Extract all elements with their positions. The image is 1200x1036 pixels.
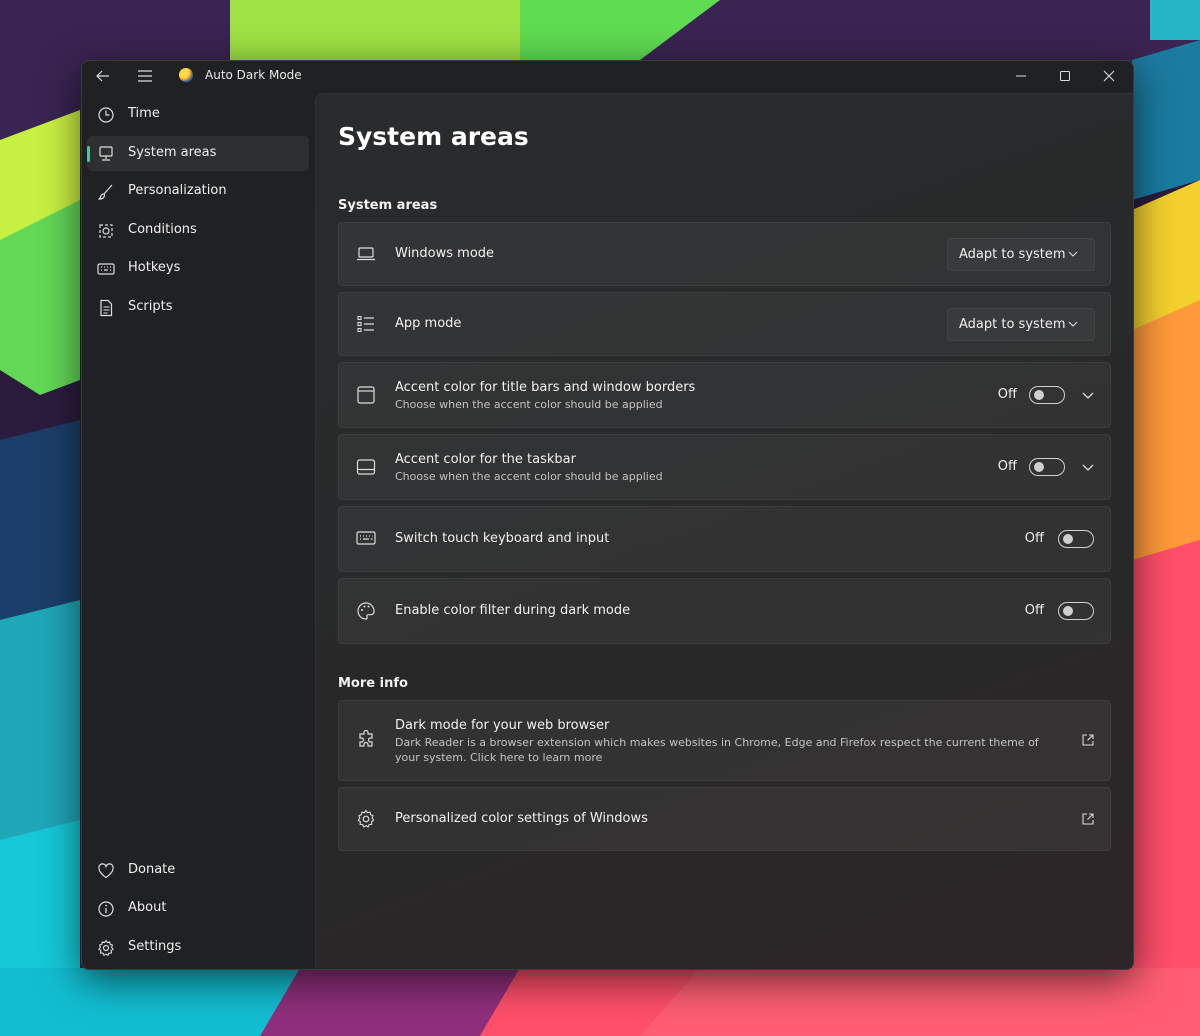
laptop-icon (357, 247, 375, 261)
sidebar-item-conditions[interactable]: Conditions (87, 213, 309, 248)
toggle-knob (1034, 390, 1044, 400)
card-title: Enable color filter during dark mode (395, 603, 631, 618)
touch-keyboard-card: Switch touch keyboard and input Off (338, 506, 1111, 572)
sidebar-item-scripts[interactable]: Scripts (87, 290, 309, 325)
color-filter-toggle[interactable] (1058, 602, 1094, 620)
sidebar-item-about[interactable]: About (87, 891, 309, 926)
sidebar: Time System areas Personalization Condit… (82, 91, 315, 969)
app-window: Auto Dark Mode Time System areas Persona… (81, 60, 1134, 970)
sidebar-item-label: Hotkeys (128, 260, 181, 275)
page-title: System areas (338, 122, 529, 151)
info-icon (98, 901, 114, 917)
menu-button[interactable] (134, 61, 156, 91)
app-logo-icon (179, 68, 193, 82)
card-title: Dark mode for your web browser (395, 718, 610, 733)
main-content: System areas System areas Windows mode A… (315, 93, 1133, 969)
toggle-state-label: Off (997, 459, 1017, 474)
hamburger-icon (138, 70, 152, 82)
card-title: Windows mode (395, 246, 495, 261)
close-button[interactable] (1087, 61, 1131, 91)
sidebar-item-time[interactable]: Time (87, 97, 309, 132)
accent-titlebar-toggle[interactable] (1029, 386, 1065, 404)
gear-icon (98, 939, 114, 957)
sidebar-item-label: Donate (128, 862, 176, 877)
chevron-down-icon[interactable] (1081, 388, 1095, 402)
color-filter-card: Enable color filter during dark mode Off (338, 578, 1111, 644)
minimize-button[interactable] (999, 61, 1043, 91)
toggle-state-label: Off (997, 387, 1017, 402)
sidebar-item-label: Settings (128, 939, 182, 954)
card-title: App mode (395, 316, 462, 331)
palette-icon (357, 602, 375, 620)
keyboard-icon (356, 531, 376, 545)
accent-titlebar-card[interactable]: Accent color for title bars and window b… (338, 362, 1111, 428)
card-subtitle: Choose when the accent color should be a… (395, 470, 663, 483)
puzzle-icon (359, 730, 373, 747)
sidebar-item-label: Personalization (128, 183, 227, 198)
chevron-down-icon (1068, 321, 1078, 327)
card-title: Accent color for the taskbar (395, 452, 576, 467)
conditions-icon (99, 224, 113, 238)
chevron-down-icon[interactable] (1081, 460, 1095, 474)
card-title: Accent color for title bars and window b… (395, 380, 696, 395)
dropdown-value: Adapt to system (959, 247, 1066, 262)
computer-icon (99, 146, 113, 161)
sidebar-item-label: Time (128, 106, 160, 121)
sidebar-item-label: Conditions (128, 222, 197, 237)
sidebar-item-hotkeys[interactable]: Hotkeys (87, 251, 309, 286)
sidebar-item-personalization[interactable]: Personalization (87, 174, 309, 209)
toggle-state-label: Off (1024, 603, 1044, 618)
maximize-button[interactable] (1043, 61, 1087, 91)
sidebar-item-label: System areas (128, 145, 217, 160)
toggle-state-label: Off (1024, 531, 1044, 546)
app-mode-card: App mode Adapt to system (338, 292, 1111, 356)
card-title: Switch touch keyboard and input (395, 531, 610, 546)
document-icon (100, 299, 113, 317)
sidebar-item-label: About (128, 900, 167, 915)
brush-icon (98, 184, 113, 200)
gear-icon (357, 809, 375, 828)
card-subtitle: Choose when the accent color should be a… (395, 398, 663, 411)
accent-taskbar-toggle[interactable] (1029, 458, 1065, 476)
close-icon (1103, 70, 1115, 82)
accent-taskbar-card[interactable]: Accent color for the taskbar Choose when… (338, 434, 1111, 500)
sidebar-item-settings[interactable]: Settings (87, 930, 309, 965)
window-title: Auto Dark Mode (205, 68, 302, 82)
sidebar-item-donate[interactable]: Donate (87, 853, 309, 888)
dark-reader-link-card[interactable]: Dark mode for your web browser Dark Read… (338, 700, 1111, 781)
toggle-knob (1063, 606, 1073, 616)
arrow-left-icon (96, 70, 109, 82)
heart-icon (98, 863, 114, 879)
windows-color-settings-link-card[interactable]: Personalized color settings of Windows (338, 787, 1111, 851)
card-subtitle: Dark Reader is a browser extension which… (395, 736, 1039, 764)
keyboard-icon (97, 263, 115, 275)
windows-mode-dropdown[interactable]: Adapt to system (947, 238, 1095, 271)
card-title: Personalized color settings of Windows (395, 811, 648, 826)
section-title-system-areas: System areas (338, 198, 438, 213)
chevron-down-icon (1068, 251, 1078, 257)
toggle-knob (1063, 534, 1073, 544)
open-external-icon (1082, 734, 1094, 746)
sidebar-item-system-areas[interactable]: System areas (87, 136, 309, 171)
sidebar-item-label: Scripts (128, 299, 173, 314)
taskbar-icon (356, 459, 376, 475)
maximize-icon (1060, 71, 1070, 81)
toggle-knob (1034, 462, 1044, 472)
window-icon (357, 386, 375, 404)
title-bar: Auto Dark Mode (82, 61, 1133, 91)
touch-keyboard-toggle[interactable] (1058, 530, 1094, 548)
minimize-icon (1016, 75, 1026, 77)
windows-mode-card: Windows mode Adapt to system (338, 222, 1111, 286)
clock-icon (98, 107, 114, 123)
dropdown-value: Adapt to system (959, 317, 1066, 332)
open-external-icon (1082, 813, 1094, 825)
list-icon (357, 315, 374, 333)
app-mode-dropdown[interactable]: Adapt to system (947, 308, 1095, 341)
back-button[interactable] (92, 61, 114, 91)
active-indicator (87, 146, 90, 162)
section-title-more-info: More info (338, 676, 408, 691)
